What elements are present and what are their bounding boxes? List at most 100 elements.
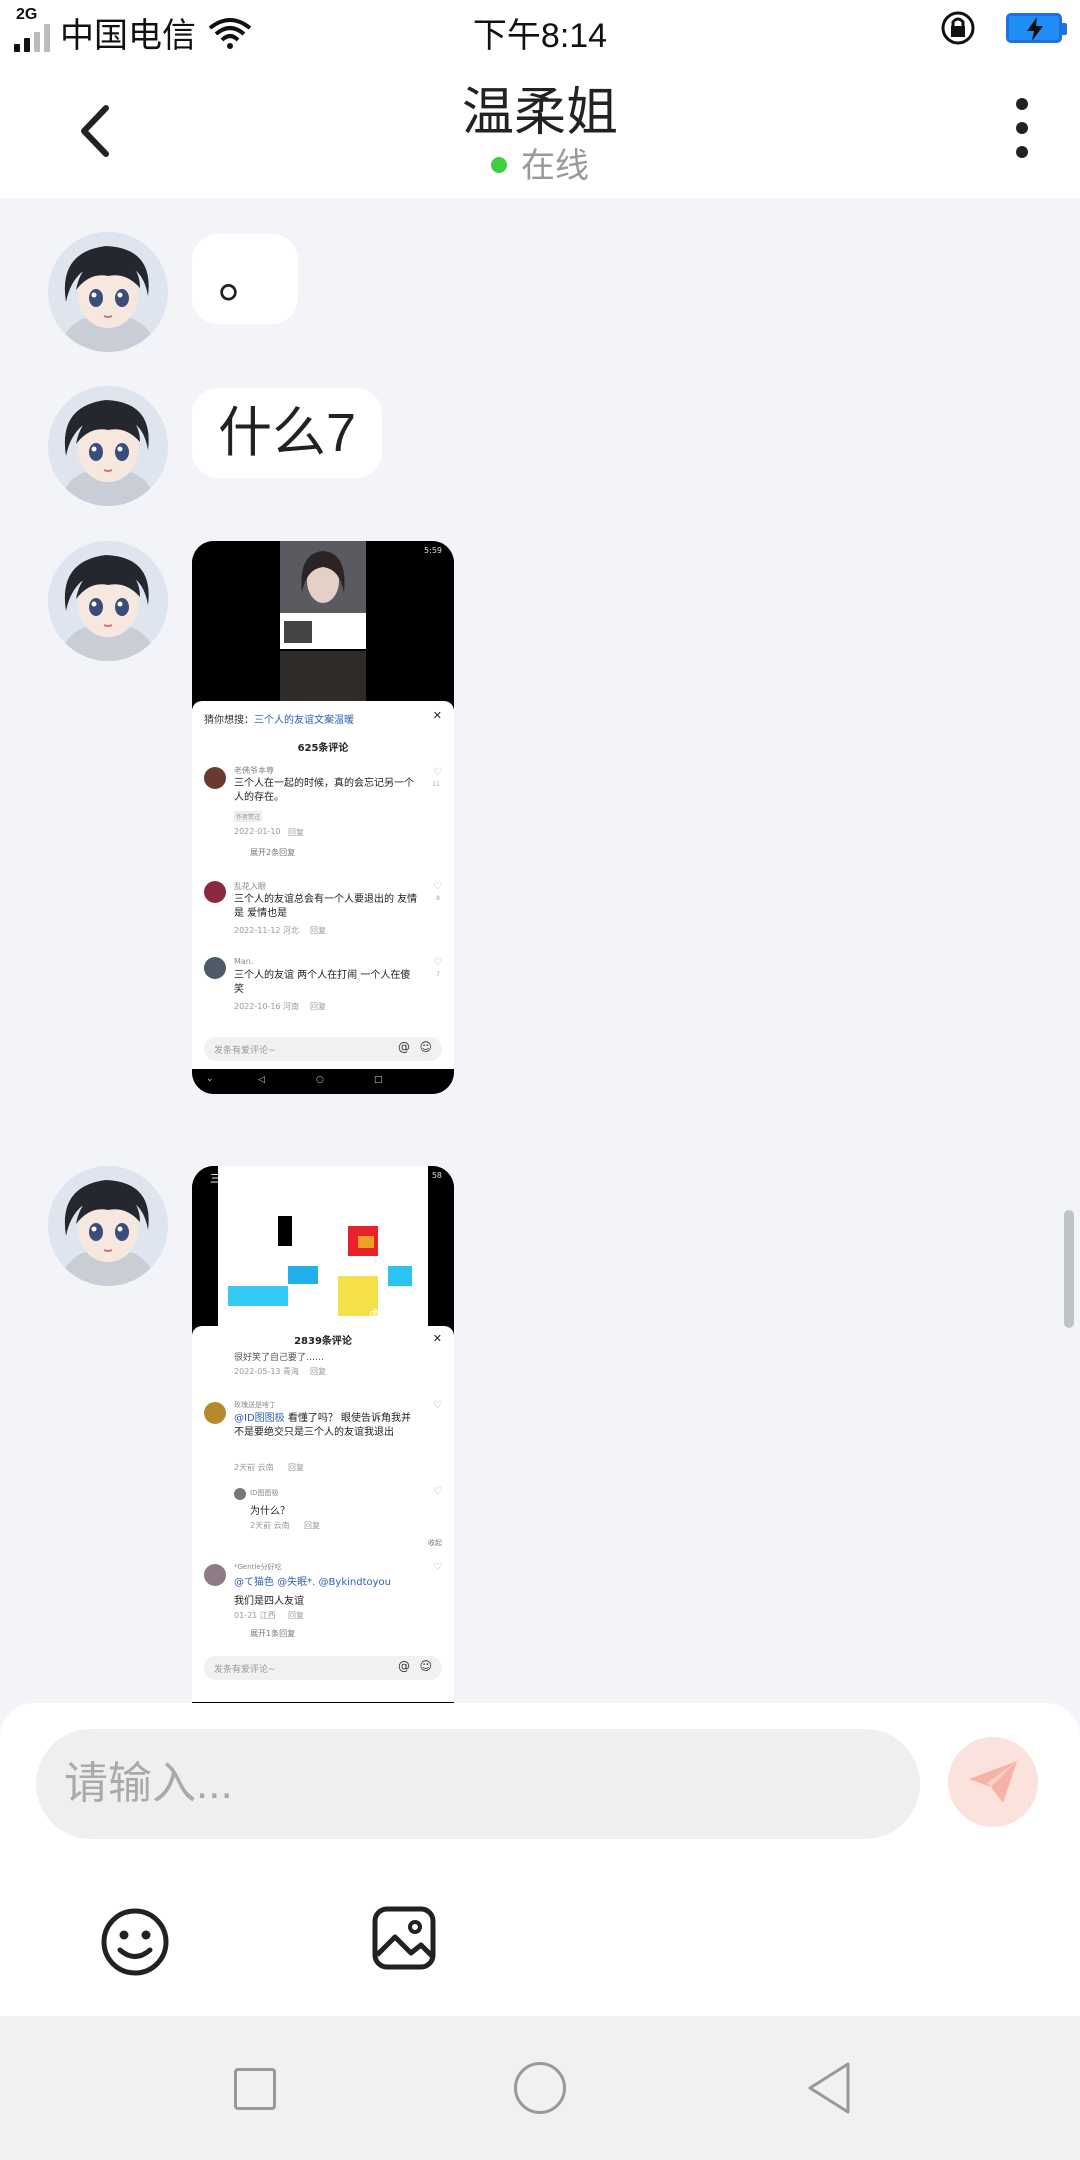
message-text: 什么7 <box>218 403 357 463</box>
like-count: 11 <box>432 781 440 788</box>
close-icon: ✕ <box>432 1332 442 1345</box>
anime-avatar-icon <box>48 1166 168 1286</box>
comment-input-placeholder: 发条有爱评论~ <box>214 1665 276 1675</box>
comment-text: 三个人在一起的时候，真的会忘记另一个人的存在。 <box>234 778 414 803</box>
search-query: 三个人的友谊文案温暖 <box>254 715 354 726</box>
like-icon: ♡ <box>433 767 442 778</box>
chevron-down-icon: ⌄ <box>206 1074 214 1084</box>
like-icon: ♡ <box>433 1486 442 1497</box>
like-count: 8 <box>436 895 440 902</box>
status-right <box>940 10 1067 46</box>
emoji-icon: ☺ <box>419 1040 432 1054</box>
send-icon <box>969 1761 1017 1803</box>
message-input-placeholder: 请输入... <box>64 1759 233 1808</box>
collapse-link: 收起 <box>428 1539 442 1547</box>
recent-apps-button[interactable] <box>234 2068 276 2110</box>
screenshot-image: 5:59 猜你想搜： 三个人的友谊文案温暖 ✕ 625条评论 老佛爷本尊 三个人… <box>192 541 454 1094</box>
reply-link: 回复 <box>310 1367 326 1376</box>
message-text: 。 <box>218 249 272 309</box>
home-button[interactable] <box>514 2062 566 2114</box>
video-frame-2 <box>280 651 366 701</box>
comment-mention: @て猫色 <box>234 1577 274 1588</box>
input-panel: 请输入... <box>0 1703 1080 2016</box>
like-count: 7 <box>436 971 440 978</box>
expand-replies: 展开1条回复 <box>250 1629 296 1638</box>
anime-avatar-icon <box>48 386 168 506</box>
cut-comment-text: 很好笑了自己要了…… <box>234 1353 325 1363</box>
dot-icon <box>1016 146 1028 158</box>
comment-count: 625条评论 <box>297 743 349 754</box>
online-dot-icon <box>491 157 507 174</box>
video-caption: 三个人的友谊总有一个人要退出 <box>210 1172 364 1185</box>
comment-input: 发条有爱评论~ @ ☺ <box>204 1656 442 1680</box>
message-bubble[interactable]: 什么7 <box>192 388 383 478</box>
expand-replies: 展开2条回复 <box>250 848 296 857</box>
comment-meta: 2022-01-10 <box>234 827 281 836</box>
video-frame <box>280 613 366 649</box>
back-icon: ◁ <box>258 1075 265 1085</box>
chat-header: 温柔姐 在线 <box>0 58 1080 198</box>
author-liked-tag: 作者赞过 <box>234 811 263 822</box>
reply-link: 回复 <box>288 1463 304 1472</box>
comment-user: ID图图极 <box>250 1489 279 1497</box>
comment-panel: 2839条评论 ✕ 很好笑了自己要了…… 2022-05-13 青海 回复 玫瑰… <box>192 1326 454 1702</box>
reply-link: 回复 <box>304 1521 320 1530</box>
message-list[interactable]: 。 什么7 5:59 猜你想搜： 三个人的友谊文案温暖 ✕ 625条评论 老佛爷… <box>0 198 1080 1703</box>
screenshot-nav: ⌄ ◁ ○ □ <box>192 1069 454 1094</box>
comment-count: 2839条评论 <box>294 1336 352 1347</box>
close-icon: ✕ <box>432 709 442 722</box>
reply-link: 回复 <box>310 1002 326 1011</box>
contact-name: 温柔姐 <box>461 84 618 142</box>
comment-input-placeholder: 发条有爱评论~ <box>214 1046 276 1056</box>
video-frame <box>218 1166 428 1326</box>
avatar[interactable] <box>48 386 168 506</box>
reply-link: 回复 <box>288 1611 304 1620</box>
comment-user: *Gentle分好吃 <box>234 1563 282 1571</box>
avatar[interactable] <box>48 232 168 352</box>
comment-meta: 01-21 江西 <box>234 1611 276 1620</box>
recent-icon: □ <box>374 1075 383 1085</box>
dot-icon <box>1016 122 1028 134</box>
reply-link: 回复 <box>288 828 304 837</box>
avatar[interactable] <box>48 1166 168 1286</box>
screenshot-time: 5:59 <box>424 546 442 555</box>
send-button[interactable] <box>948 1737 1038 1827</box>
system-nav-bar <box>0 2016 1080 2160</box>
search-hint: 猜你想搜： <box>204 715 254 726</box>
comment-mention: @ID图图极 <box>234 1413 285 1424</box>
more-options-button[interactable] <box>1014 98 1030 158</box>
like-icon: ♡ <box>433 957 442 968</box>
image-message[interactable]: 5:59 猜你想搜： 三个人的友谊文案温暖 ✕ 625条评论 老佛爷本尊 三个人… <box>192 541 454 1094</box>
comment-input: 发条有爱评论~ @ ☺ <box>204 1037 442 1061</box>
screenshot-time: 58 <box>431 1171 442 1180</box>
dot-icon <box>1016 98 1028 110</box>
emoji-button[interactable] <box>98 1905 172 1979</box>
at-icon: @ <box>398 1040 410 1054</box>
like-icon: ♡ <box>433 1562 442 1573</box>
comment-user: Man. <box>234 957 254 966</box>
image-picker-button[interactable] <box>371 1905 437 1971</box>
anime-avatar-icon <box>48 232 168 352</box>
reply-link: 回复 <box>310 926 326 935</box>
video-overlay-text: 虚伪的友谊 <box>369 1308 424 1321</box>
image-message[interactable]: 三个人的友谊总有一个人要退出 58 虚伪的友谊 2839条评论 ✕ 很好笑了自己… <box>192 1166 454 1703</box>
comment-meta: 2天前 云南 <box>234 1463 274 1472</box>
comment-user: 玫瑰送是啥丁 <box>234 1401 276 1409</box>
video-area: 三个人的友谊总有一个人要退出 58 虚伪的友谊 <box>192 1166 454 1326</box>
message-bubble[interactable]: 。 <box>192 234 298 324</box>
comment-text: 三个人的友谊总会有一个人要退出的 友情是 爱情也是 <box>234 894 418 919</box>
message-input[interactable]: 请输入... <box>36 1729 920 1839</box>
emoji-icon: ☺ <box>419 1659 432 1673</box>
comment-text: @ID图图极 看懂了吗？ 眼使告诉角我并不是要绝交只是三个人的友谊我退出 <box>234 1412 420 1440</box>
comment-mentions: @失眠*. @Bykindtoyou <box>274 1577 391 1588</box>
system-back-button[interactable] <box>804 2060 854 2116</box>
avatar[interactable] <box>48 541 168 661</box>
comment-text-line2: 我们是四人友谊 <box>234 1596 304 1607</box>
scrollbar[interactable] <box>1064 1210 1074 1328</box>
status-bar: 2G 中国电信 下午8:14 <box>0 0 1080 58</box>
battery-icon <box>1006 13 1067 43</box>
rotation-lock-icon <box>941 11 975 45</box>
screenshot-image: 三个人的友谊总有一个人要退出 58 虚伪的友谊 2839条评论 ✕ 很好笑了自己… <box>192 1166 454 1703</box>
comment-meta: 2天前 云南 <box>250 1521 290 1530</box>
comment-meta: 2022-11-12 河北 <box>234 926 300 935</box>
